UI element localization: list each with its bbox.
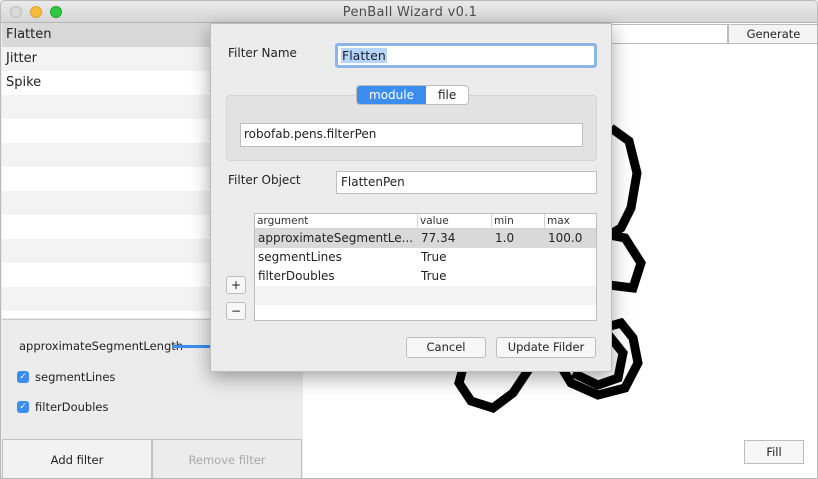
remove-filter-button[interactable]: Remove filter [152, 439, 302, 478]
column-header[interactable]: max [545, 214, 596, 228]
segment-module[interactable]: module [357, 86, 426, 104]
column-header[interactable]: min [492, 214, 545, 228]
column-header[interactable]: value [418, 214, 492, 228]
table-cell[interactable]: segmentLines [255, 248, 418, 267]
filter-name-input[interactable]: Flatten [335, 43, 597, 68]
glyph-right-lobe [608, 230, 646, 293]
generate-button[interactable]: Generate [728, 24, 817, 44]
remove-argument-button[interactable]: − [226, 302, 246, 320]
column-header[interactable]: argument [255, 214, 418, 228]
empty-row [255, 286, 596, 305]
table-body: approximateSegmentLe... 77.34 1.0 100.0 … [255, 229, 596, 305]
arguments-table[interactable]: argument value min max approximateSegmen… [254, 213, 597, 321]
table-cell[interactable] [492, 267, 545, 286]
table-cell[interactable]: approximateSegmentLe... [255, 229, 418, 248]
table-cell[interactable]: 77.34 [418, 229, 492, 248]
segment-file[interactable]: file [426, 86, 468, 104]
module-path-input[interactable]: robofab.pens.filterPen [240, 123, 583, 147]
add-argument-button[interactable]: + [226, 276, 246, 294]
cancel-button[interactable]: Cancel [406, 337, 486, 358]
filter-name-label: Filter Name [228, 46, 297, 60]
segment-lines-checkbox-row[interactable]: ✓ segmentLines [17, 370, 115, 384]
table-cell[interactable]: 1.0 [492, 229, 545, 248]
checkbox-checked-icon[interactable]: ✓ [17, 401, 29, 413]
table-cell[interactable] [492, 248, 545, 267]
filter-name-value: Flatten [341, 48, 387, 63]
checkbox-label: segmentLines [35, 370, 116, 384]
table-cell[interactable] [545, 267, 596, 286]
title-bar: PenBall Wizard v0.1 [1, 1, 817, 23]
table-cell[interactable]: True [418, 248, 492, 267]
update-filter-button[interactable]: Update Filder [496, 337, 596, 358]
filter-editor-sheet: Filter Name Flatten module file robofab.… [210, 23, 612, 372]
table-cell[interactable]: filterDoubles [255, 267, 418, 286]
table-cell[interactable]: 100.0 [545, 229, 596, 248]
add-filter-button[interactable]: Add filter [2, 439, 152, 478]
slider-label: approximateSegmentLength [19, 339, 184, 353]
table-row[interactable]: segmentLines True [255, 248, 596, 267]
filter-object-input[interactable]: FlattenPen [336, 171, 597, 194]
table-row[interactable]: approximateSegmentLe... 77.34 1.0 100.0 [255, 229, 596, 248]
app-window: PenBall Wizard v0.1 Flatten Jitter Spike… [0, 0, 818, 479]
source-segmented-control[interactable]: module file [356, 85, 470, 105]
checkbox-label: filterDoubles [35, 400, 109, 414]
table-cell[interactable] [545, 248, 596, 267]
fill-button[interactable]: Fill [744, 440, 804, 464]
table-row[interactable]: filterDoubles True [255, 267, 596, 286]
filter-doubles-checkbox-row[interactable]: ✓ filterDoubles [17, 400, 109, 414]
preview-text-input[interactable] [607, 24, 728, 44]
table-header: argument value min max [255, 214, 596, 229]
window-title: PenBall Wizard v0.1 [342, 5, 478, 20]
glyph-upper-stroke [606, 124, 642, 239]
table-cell[interactable]: True [418, 267, 492, 286]
checkbox-checked-icon[interactable]: ✓ [17, 371, 29, 383]
filter-object-label: Filter Object [228, 173, 301, 187]
